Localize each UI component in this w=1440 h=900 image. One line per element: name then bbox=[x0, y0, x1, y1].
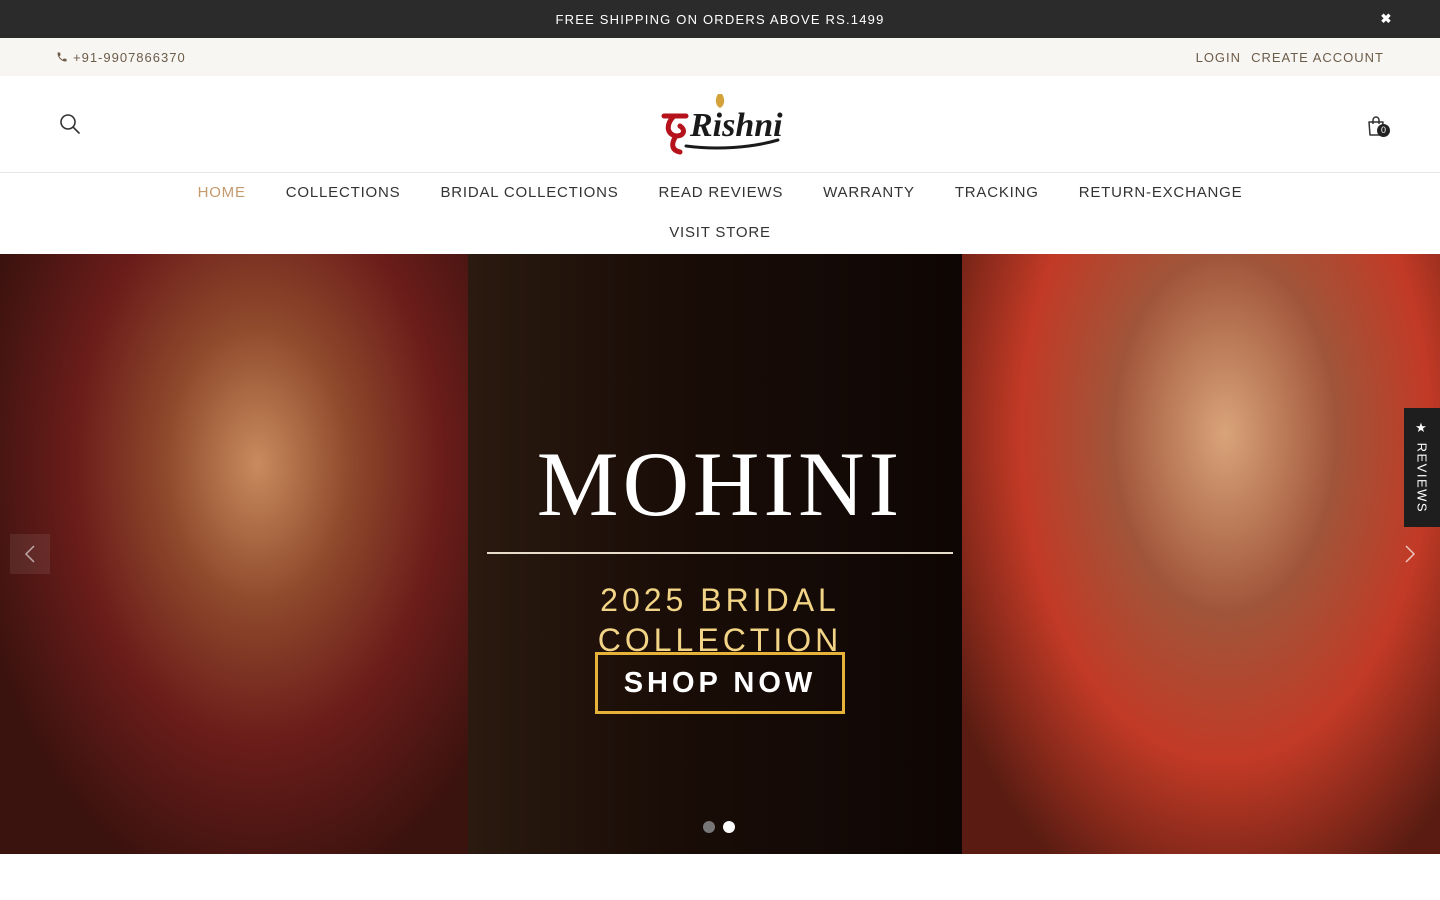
reviews-side-tab[interactable]: ★ REVIEWS bbox=[1404, 408, 1440, 527]
slider-dot-2[interactable] bbox=[723, 821, 735, 833]
nav-item-bridal-collections[interactable]: BRIDAL COLLECTIONS bbox=[440, 183, 618, 203]
auth-links: LOGIN CREATE ACCOUNT bbox=[1196, 50, 1384, 65]
hero-divider bbox=[487, 552, 953, 554]
reviews-tab-label: ★ REVIEWS bbox=[1414, 421, 1430, 514]
search-icon[interactable] bbox=[58, 112, 82, 136]
phone-number: +91-9907866370 bbox=[73, 49, 186, 65]
hero-slider: MOHINI 2025 BRIDAL COLLECTION SHOP NOW bbox=[0, 254, 1440, 854]
create-account-link[interactable]: CREATE ACCOUNT bbox=[1251, 50, 1384, 65]
chevron-left-icon[interactable] bbox=[10, 534, 50, 574]
hero-title: MOHINI bbox=[536, 433, 904, 535]
cart-button[interactable]: 0 bbox=[1364, 110, 1394, 140]
nav-row-secondary: VISIT STORE bbox=[0, 223, 1440, 243]
close-icon[interactable]: ✖ bbox=[1378, 11, 1394, 27]
announcement-text: FREE SHIPPING ON ORDERS ABOVE RS.1499 bbox=[555, 11, 885, 27]
logo-text: Rishni bbox=[689, 107, 783, 144]
hero-image-right bbox=[962, 254, 1440, 854]
nav-item-collections[interactable]: COLLECTIONS bbox=[286, 183, 401, 203]
utility-bar: +91-9907866370 LOGIN CREATE ACCOUNT bbox=[0, 38, 1440, 76]
main-nav: HOME COLLECTIONS BRIDAL COLLECTIONS READ… bbox=[0, 173, 1440, 253]
nav-row-primary: HOME COLLECTIONS BRIDAL COLLECTIONS READ… bbox=[0, 183, 1440, 203]
nav-item-home[interactable]: HOME bbox=[198, 183, 246, 203]
phone-icon bbox=[57, 52, 67, 62]
hero-image-left bbox=[0, 254, 468, 854]
nav-item-return-exchange[interactable]: RETURN-EXCHANGE bbox=[1079, 183, 1243, 203]
hero-center-panel bbox=[468, 254, 962, 854]
nav-item-read-reviews[interactable]: READ REVIEWS bbox=[659, 183, 784, 203]
nav-item-tracking[interactable]: TRACKING bbox=[955, 183, 1039, 203]
cart-count-badge: 0 bbox=[1377, 124, 1390, 137]
login-link[interactable]: LOGIN bbox=[1196, 50, 1241, 65]
hero-subtitle: 2025 BRIDAL COLLECTION bbox=[597, 582, 843, 658]
announcement-bar: FREE SHIPPING ON ORDERS ABOVE RS.1499 ✖ bbox=[0, 0, 1440, 38]
phone-link[interactable]: +91-9907866370 bbox=[56, 50, 186, 65]
nav-item-warranty[interactable]: WARRANTY bbox=[823, 183, 915, 203]
slider-dot-1[interactable] bbox=[703, 821, 715, 833]
logo[interactable]: Rishni bbox=[656, 90, 784, 160]
site-header: Rishni 0 bbox=[0, 76, 1440, 173]
chevron-right-icon[interactable] bbox=[1390, 534, 1430, 574]
nav-item-visit-store[interactable]: VISIT STORE bbox=[669, 223, 771, 243]
shop-now-button[interactable]: SHOP NOW bbox=[595, 652, 845, 714]
slider-dots bbox=[703, 821, 735, 833]
